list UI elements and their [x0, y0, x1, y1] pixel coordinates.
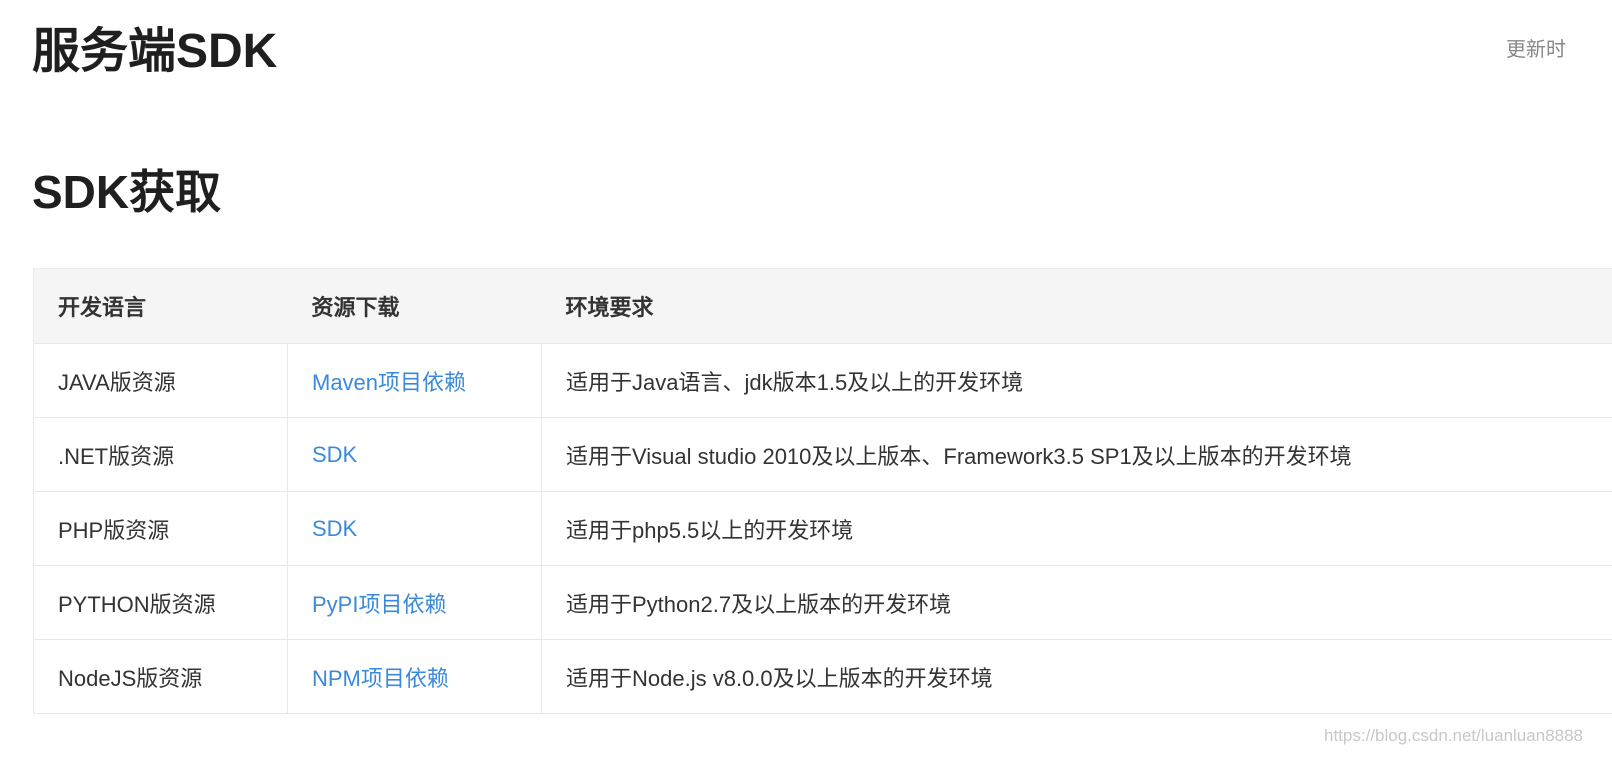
table-row: .NET版资源 SDK 适用于Visual studio 2010及以上版本、F…: [33, 417, 1612, 492]
download-link-npm[interactable]: NPM项目依赖: [312, 666, 449, 691]
requirement-cell: 适用于Java语言、jdk版本1.5及以上的开发环境: [541, 343, 1612, 418]
watermark: https://blog.csdn.net/luanluan8888: [1324, 726, 1583, 745]
language-cell: JAVA版资源: [33, 343, 288, 418]
page-title: 服务端SDK: [32, 25, 278, 78]
download-cell: SDK: [287, 417, 542, 492]
column-header-requirement: 环境要求: [541, 268, 1612, 344]
download-link-maven[interactable]: Maven项目依赖: [312, 370, 466, 395]
table-row: PHP版资源 SDK 适用于php5.5以上的开发环境: [33, 491, 1612, 566]
column-header-language: 开发语言: [33, 268, 288, 344]
download-link-dotnet-sdk[interactable]: SDK: [312, 442, 357, 467]
update-time-label: 更新时: [1506, 39, 1566, 61]
download-cell: NPM项目依赖: [287, 639, 542, 714]
requirement-cell: 适用于php5.5以上的开发环境: [541, 491, 1612, 566]
table-row: JAVA版资源 Maven项目依赖 适用于Java语言、jdk版本1.5及以上的…: [33, 343, 1612, 418]
sdk-table: 开发语言 资源下载 环境要求 JAVA版资源 Maven项目依赖 适用于Java…: [33, 268, 1612, 714]
download-cell: Maven项目依赖: [287, 343, 542, 418]
download-cell: SDK: [287, 491, 542, 566]
requirement-cell: 适用于Visual studio 2010及以上版本、Framework3.5 …: [541, 417, 1612, 492]
table-header: 开发语言 资源下载 环境要求: [33, 268, 1612, 344]
page: 服务端SDK 更新时 SDK获取 开发语言 资源下载 环境要求 JAVA版资源 …: [0, 0, 1612, 776]
table-header-row: 开发语言 资源下载 环境要求: [33, 268, 1612, 344]
table-row: PYTHON版资源 PyPI项目依赖 适用于Python2.7及以上版本的开发环…: [33, 565, 1612, 640]
language-cell: PYTHON版资源: [33, 565, 288, 640]
table-row: NodeJS版资源 NPM项目依赖 适用于Node.js v8.0.0及以上版本…: [33, 639, 1612, 714]
language-cell: PHP版资源: [33, 491, 288, 566]
download-link-pypi[interactable]: PyPI项目依赖: [312, 592, 446, 617]
language-cell: NodeJS版资源: [33, 639, 288, 714]
section-title: SDK获取: [32, 166, 222, 218]
download-link-php-sdk[interactable]: SDK: [312, 516, 357, 541]
requirement-cell: 适用于Python2.7及以上版本的开发环境: [541, 565, 1612, 640]
requirement-cell: 适用于Node.js v8.0.0及以上版本的开发环境: [541, 639, 1612, 714]
table-body: JAVA版资源 Maven项目依赖 适用于Java语言、jdk版本1.5及以上的…: [33, 343, 1612, 714]
column-header-download: 资源下载: [287, 268, 542, 344]
download-cell: PyPI项目依赖: [287, 565, 542, 640]
language-cell: .NET版资源: [33, 417, 288, 492]
